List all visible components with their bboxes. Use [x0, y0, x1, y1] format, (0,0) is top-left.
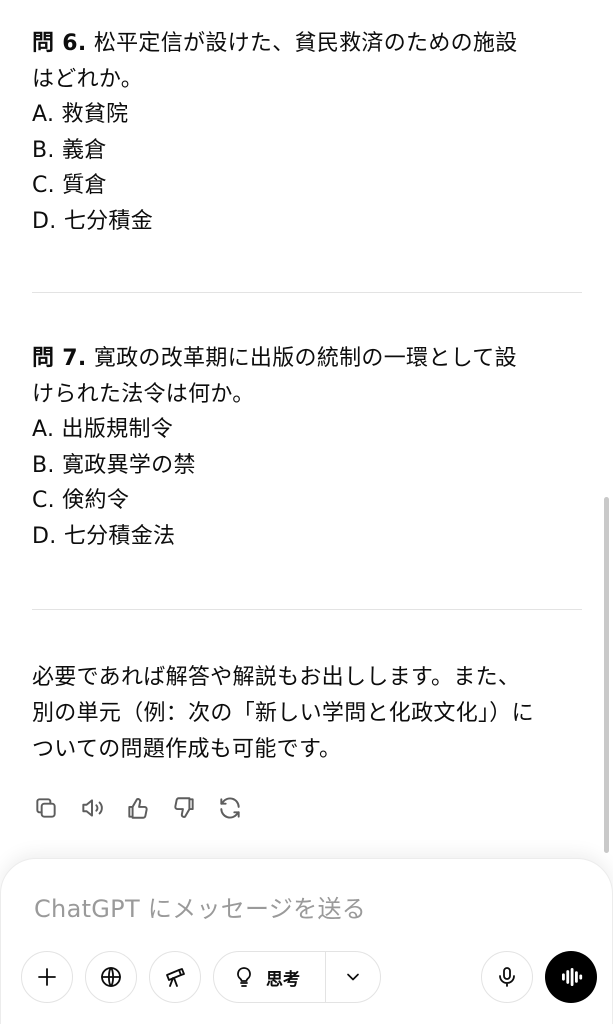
- question-number: 問 6.: [32, 31, 87, 56]
- voice-waveform-icon: [562, 968, 583, 986]
- copy-button[interactable]: [30, 792, 62, 824]
- closing-line: ついての問題作成も可能です。: [32, 737, 342, 762]
- message-actions: [30, 792, 246, 824]
- section-divider: [32, 292, 582, 293]
- option-c: C. 倹約令: [32, 488, 130, 513]
- globe-icon: [101, 967, 121, 987]
- option-d: D. 七分積金: [32, 208, 154, 234]
- option-c: C. 質倉: [32, 173, 107, 198]
- think-button[interactable]: 思考: [214, 952, 326, 1002]
- dislike-button[interactable]: [168, 792, 200, 824]
- question-text-cont: けられた法令は何か。: [32, 381, 255, 407]
- voice-mode-button[interactable]: [545, 951, 597, 1003]
- question-number: 問 7.: [32, 346, 87, 371]
- section-divider: [32, 609, 582, 610]
- think-mode-toggle: 思考: [213, 951, 381, 1003]
- option-d: D. 七分積金法: [32, 523, 176, 549]
- question-7-text: 問 7. 寛政の改革期に出版の統制の一環として設: [32, 341, 582, 377]
- plus-icon: [38, 968, 56, 986]
- scrollbar[interactable]: [604, 497, 609, 853]
- like-button[interactable]: [122, 792, 154, 824]
- message-composer: ChatGPT にメッセージを送る 思考: [0, 858, 613, 1024]
- microphone-icon: [499, 967, 515, 987]
- speaker-icon: [82, 799, 103, 817]
- refresh-icon: [220, 797, 240, 819]
- option-b: B. 寛政異学の禁: [32, 452, 196, 478]
- dictate-button[interactable]: [481, 951, 533, 1003]
- question-6: 問 6. 松平定信が設けた、貧民救済のための施設 はどれか。 A. 救貧院 B.…: [32, 26, 582, 239]
- regenerate-button[interactable]: [214, 792, 246, 824]
- closing-line: 必要であれば解答や解説もお出しします。また、: [32, 665, 521, 690]
- message-input[interactable]: ChatGPT にメッセージを送る: [34, 889, 366, 924]
- chevron-down-icon: [347, 973, 359, 981]
- question-text: 松平定信が設けた、貧民救済のための施設: [93, 31, 518, 56]
- closing-line: 別の単元（例：次の「新しい学問と化政文化」）に: [32, 701, 534, 726]
- copy-icon: [36, 798, 56, 818]
- option-a: A. 出版規制令: [32, 417, 174, 442]
- question-text: 寛政の改革期に出版の統制の一環として設: [93, 346, 517, 371]
- think-dropdown-button[interactable]: [326, 967, 380, 987]
- read-aloud-button[interactable]: [76, 792, 108, 824]
- question-7: 問 7. 寛政の改革期に出版の統制の一環として設 けられた法令は何か。 A. 出…: [32, 341, 582, 554]
- attach-button[interactable]: [21, 951, 73, 1003]
- option-a: A. 救貧院: [32, 102, 129, 127]
- telescope-icon: [166, 968, 185, 987]
- option-b: B. 義倉: [32, 137, 107, 163]
- composer-toolbar: 思考: [21, 951, 601, 1003]
- closing-message: 必要であれば解答や解説もお出しします。また、 別の単元（例：次の「新しい学問と化…: [32, 660, 584, 768]
- question-text-cont: はどれか。: [32, 66, 144, 92]
- question-6-text: 問 6. 松平定信が設けた、貧民救済のための施設: [32, 26, 582, 62]
- think-label: 思考: [266, 969, 300, 990]
- tools-button[interactable]: [149, 951, 201, 1003]
- lightbulb-icon: [237, 967, 251, 987]
- search-button[interactable]: [85, 951, 137, 1003]
- thumbs-down-icon: [174, 797, 194, 818]
- thumbs-up-icon: [128, 798, 148, 819]
